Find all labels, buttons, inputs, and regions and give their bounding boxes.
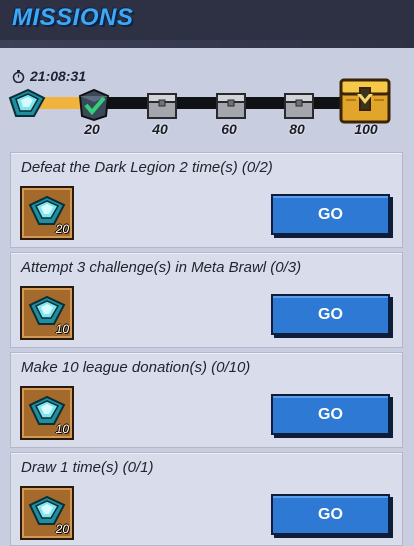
reward-item[interactable]: 20 (20, 186, 74, 240)
mission-title: Draw 1 time(s) (0/1) (21, 459, 154, 476)
silver-crate-icon[interactable] (281, 88, 317, 122)
reward-item[interactable]: 10 (20, 286, 74, 340)
go-button[interactable]: GO (271, 394, 390, 435)
mission-card: Defeat the Dark Legion 2 time(s) (0/2) 2… (10, 152, 403, 248)
check-crate-icon[interactable] (76, 88, 112, 122)
gold-chest-icon[interactable] (336, 70, 394, 128)
mission-card: Draw 1 time(s) (0/1) 20 GO (10, 452, 403, 546)
checkpoint-label: 40 (152, 121, 168, 137)
mission-title: Defeat the Dark Legion 2 time(s) (0/2) (21, 159, 273, 176)
reward-quantity: 10 (55, 422, 69, 436)
reward-quantity: 20 (55, 522, 69, 536)
mission-card: Make 10 league donation(s) (0/10) 10 GO (10, 352, 403, 448)
checkpoint-label: 60 (221, 121, 237, 137)
silver-crate-icon[interactable] (213, 88, 249, 122)
checkpoint-label: 20 (84, 121, 100, 137)
checkpoint-label: 80 (289, 121, 305, 137)
reward-quantity: 20 (55, 222, 69, 236)
mission-card: Attempt 3 challenge(s) in Meta Brawl (0/… (10, 252, 403, 348)
stopwatch-icon (12, 70, 25, 83)
go-button[interactable]: GO (271, 194, 390, 235)
go-button[interactable]: GO (271, 294, 390, 335)
silver-crate-icon[interactable] (144, 88, 180, 122)
reward-item[interactable]: 10 (20, 386, 74, 440)
checkpoint-label: 100 (354, 121, 378, 137)
reward-quantity: 10 (55, 322, 69, 336)
mission-title: Attempt 3 challenge(s) in Meta Brawl (0/… (21, 259, 302, 276)
mission-title: Make 10 league donation(s) (0/10) (21, 359, 251, 376)
gem-icon (8, 88, 46, 117)
header-stripe (0, 40, 414, 48)
reward-item[interactable]: 20 (20, 486, 74, 540)
header-bar: MISSIONS (0, 0, 414, 48)
page-title: MISSIONS (12, 4, 134, 31)
countdown-timer: 21:08:31 (30, 68, 87, 84)
go-button[interactable]: GO (271, 494, 390, 535)
